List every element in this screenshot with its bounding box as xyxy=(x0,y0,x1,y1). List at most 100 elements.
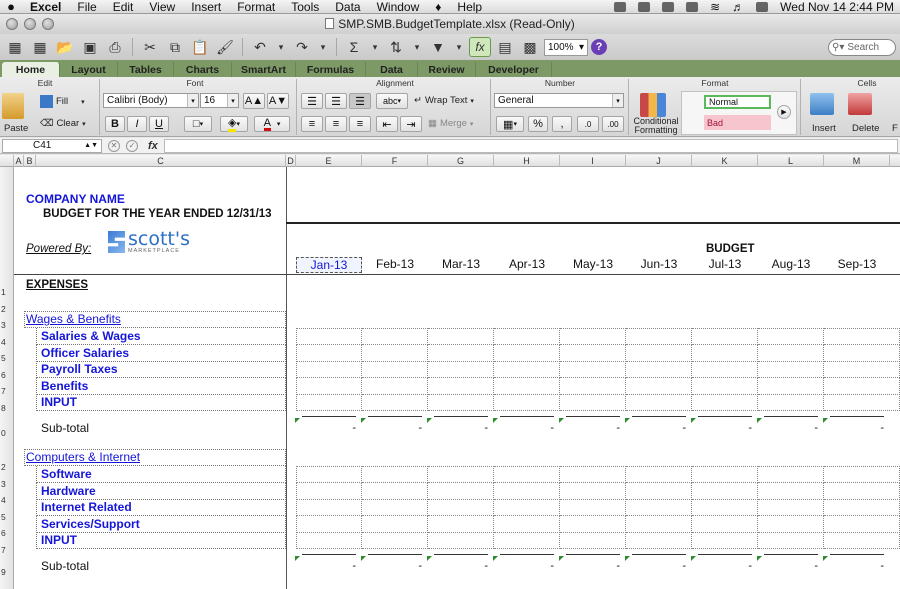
budget-input-cell[interactable] xyxy=(626,328,692,345)
budget-input-cell[interactable] xyxy=(692,328,758,345)
menu-insert[interactable]: Insert xyxy=(183,0,229,13)
budget-input-cell[interactable] xyxy=(494,483,560,500)
month-header[interactable]: Aug-13 xyxy=(758,257,824,271)
decrease-indent-button[interactable]: ⇤ xyxy=(376,116,398,132)
menu-data[interactable]: Data xyxy=(327,0,368,13)
row-header[interactable]: 7 xyxy=(0,386,13,396)
tab-smartart[interactable]: SmartArt xyxy=(232,62,296,77)
budget-input-cell[interactable] xyxy=(626,345,692,362)
line-item-label[interactable]: Salaries & Wages xyxy=(41,329,141,343)
accounting-format-button[interactable]: ▦ ▾ xyxy=(496,116,524,132)
month-header[interactable]: May-13 xyxy=(560,257,626,271)
subtotal-value[interactable]: - xyxy=(824,560,884,572)
wifi-icon[interactable]: ≋ xyxy=(710,0,720,13)
budget-input-cell[interactable] xyxy=(560,394,626,411)
column-header-e[interactable]: E xyxy=(296,155,362,167)
menu-script-icon[interactable]: ♦ xyxy=(427,0,449,13)
budget-input-cell[interactable] xyxy=(362,328,428,345)
align-middle-button[interactable]: ☰ xyxy=(325,93,347,109)
budget-input-cell[interactable] xyxy=(824,378,900,395)
budget-input-cell[interactable] xyxy=(692,378,758,395)
row-header[interactable]: 8 xyxy=(0,403,13,413)
tab-layout[interactable]: Layout xyxy=(60,62,118,77)
select-all-corner[interactable] xyxy=(0,155,14,167)
month-header[interactable]: Jun-13 xyxy=(626,257,692,271)
budget-input-cell[interactable] xyxy=(296,483,362,500)
budget-input-cell[interactable] xyxy=(428,345,494,362)
menu-tools[interactable]: Tools xyxy=(283,0,327,13)
font-color-button[interactable]: A ▾ xyxy=(254,116,290,132)
style-bad[interactable]: Bad xyxy=(704,115,771,130)
delete-cells-button[interactable]: Delete xyxy=(852,123,879,134)
budget-input-cell[interactable] xyxy=(626,361,692,378)
menu-window[interactable]: Window xyxy=(369,0,428,13)
budget-input-cell[interactable] xyxy=(428,532,494,549)
month-header[interactable]: Sep-13 xyxy=(824,257,890,271)
subtotal-value[interactable]: - xyxy=(626,560,686,572)
style-normal[interactable]: Normal xyxy=(704,95,771,109)
budget-input-cell[interactable] xyxy=(758,378,824,395)
fill-button[interactable]: Fill ▾ xyxy=(40,95,85,108)
budget-input-cell[interactable] xyxy=(296,361,362,378)
budget-input-cell[interactable] xyxy=(692,516,758,533)
subtotal-value[interactable]: - xyxy=(428,560,488,572)
help-icon[interactable]: ? xyxy=(591,39,607,55)
budget-input-cell[interactable] xyxy=(692,345,758,362)
clear-button[interactable]: ⌫ Clear ▾ xyxy=(40,118,86,129)
column-header-m[interactable]: M xyxy=(824,155,890,167)
column-header-f[interactable]: F xyxy=(362,155,428,167)
budget-input-cell[interactable] xyxy=(824,483,900,500)
budget-input-cell[interactable] xyxy=(626,532,692,549)
budget-input-cell[interactable] xyxy=(824,499,900,516)
format-cells-button[interactable]: F xyxy=(892,123,898,134)
menu-format[interactable]: Format xyxy=(229,0,283,13)
underline-button[interactable]: U xyxy=(149,116,169,132)
budget-input-cell[interactable] xyxy=(560,499,626,516)
cut-icon[interactable]: ✂ xyxy=(139,37,161,57)
subtotal-value[interactable]: - xyxy=(758,560,818,572)
budget-input-cell[interactable] xyxy=(758,345,824,362)
subtotal-value[interactable]: - xyxy=(428,422,488,434)
budget-input-cell[interactable] xyxy=(692,532,758,549)
align-right-button[interactable]: ≡ xyxy=(349,116,371,132)
budget-input-cell[interactable] xyxy=(758,466,824,483)
italic-button[interactable]: I xyxy=(127,116,147,132)
tab-formulas[interactable]: Formulas xyxy=(296,62,366,77)
budget-input-cell[interactable] xyxy=(362,466,428,483)
volume-icon[interactable]: ♬ xyxy=(732,0,744,13)
month-header[interactable]: Jul-13 xyxy=(692,257,758,271)
column-header-h[interactable]: H xyxy=(494,155,560,167)
row-header[interactable]: 7 xyxy=(0,545,13,555)
media-browser-icon[interactable]: ▩ xyxy=(519,37,541,57)
budget-input-cell[interactable] xyxy=(758,361,824,378)
budget-input-cell[interactable] xyxy=(362,345,428,362)
column-header-b[interactable]: B xyxy=(24,155,36,167)
budget-input-cell[interactable] xyxy=(428,499,494,516)
row-header[interactable]: 9 xyxy=(0,567,13,577)
section-title[interactable]: Wages & Benefits xyxy=(26,312,121,326)
month-header[interactable]: Jan-13 xyxy=(296,257,362,273)
tab-review[interactable]: Review xyxy=(418,62,476,77)
menu-edit[interactable]: Edit xyxy=(105,0,142,13)
autosum-dropdown-icon[interactable]: ▾ xyxy=(368,37,382,57)
format-painter-icon[interactable]: 🖌 xyxy=(214,37,236,57)
percent-style-button[interactable]: % xyxy=(528,116,548,132)
budget-input-cell[interactable] xyxy=(362,394,428,411)
budget-input-cell[interactable] xyxy=(824,532,900,549)
budget-input-cell[interactable] xyxy=(494,516,560,533)
budget-input-cell[interactable] xyxy=(494,328,560,345)
formula-input[interactable] xyxy=(163,138,898,153)
month-header[interactable]: Feb-13 xyxy=(362,257,428,271)
budget-input-cell[interactable] xyxy=(692,499,758,516)
budget-input-cell[interactable] xyxy=(560,345,626,362)
budget-input-cell[interactable] xyxy=(692,483,758,500)
filter-icon[interactable]: ▼ xyxy=(427,37,449,57)
column-header-i[interactable]: I xyxy=(560,155,626,167)
paste-button[interactable]: Paste xyxy=(4,123,28,134)
tab-charts[interactable]: Charts xyxy=(174,62,232,77)
budget-input-cell[interactable] xyxy=(560,516,626,533)
budget-input-cell[interactable] xyxy=(560,361,626,378)
font-size-select[interactable]: 16 ▾ xyxy=(200,93,239,108)
line-item-label[interactable]: INPUT xyxy=(41,395,77,409)
row-header[interactable]: 2 xyxy=(0,462,13,472)
